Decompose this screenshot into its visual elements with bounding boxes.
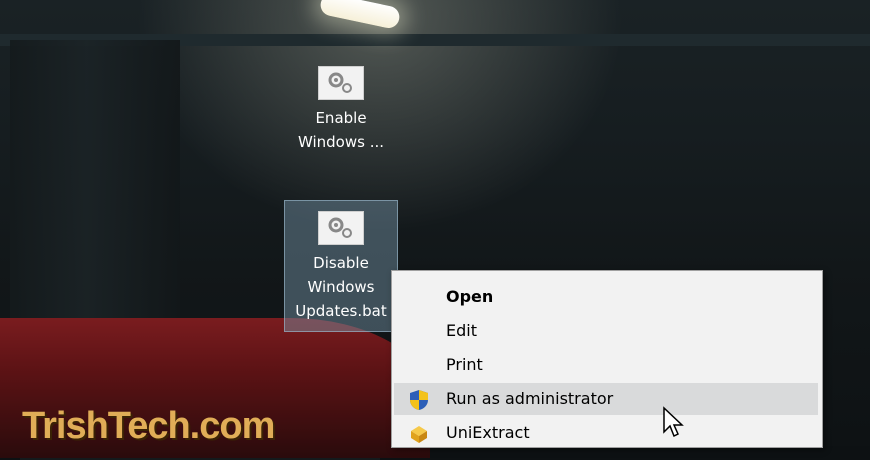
desktop-icon-disable-windows-updates[interactable]: Disable Windows Updates.bat xyxy=(284,200,398,332)
mouse-pointer-icon xyxy=(663,406,684,438)
uac-shield-icon xyxy=(408,389,430,411)
watermark: TrishTech.com xyxy=(22,405,275,447)
desktop-icon-label-line1: Disable xyxy=(313,254,369,272)
desktop-icon-label-line3: Updates.bat xyxy=(295,302,387,320)
ceiling-lamp xyxy=(318,0,402,31)
menu-item-open[interactable]: Open xyxy=(394,281,818,313)
background-pillar xyxy=(10,40,180,360)
desktop-icon-label-line2: Windows xyxy=(307,278,375,296)
menu-item-label: UniExtract xyxy=(446,423,530,442)
menu-item-label: Print xyxy=(446,355,483,374)
menu-item-edit[interactable]: Edit xyxy=(394,315,818,347)
menu-item-label: Run as administrator xyxy=(446,389,614,408)
context-menu: Open Edit Print Run as administrator Uni… xyxy=(391,270,823,448)
batch-file-icon xyxy=(318,66,364,100)
menu-item-uniextract[interactable]: UniExtract xyxy=(394,417,818,449)
batch-file-icon xyxy=(318,211,364,245)
menu-item-label: Open xyxy=(446,287,494,306)
menu-item-print[interactable]: Print xyxy=(394,349,818,381)
desktop-icon-enable-windows-updates[interactable]: Enable Windows ... xyxy=(285,66,397,166)
uniextract-icon xyxy=(408,423,430,445)
desktop-icon-label-line2: Windows ... xyxy=(297,133,385,151)
desktop-icon-label-line1: Enable xyxy=(315,109,367,127)
menu-item-run-as-administrator[interactable]: Run as administrator xyxy=(394,383,818,415)
menu-item-label: Edit xyxy=(446,321,477,340)
